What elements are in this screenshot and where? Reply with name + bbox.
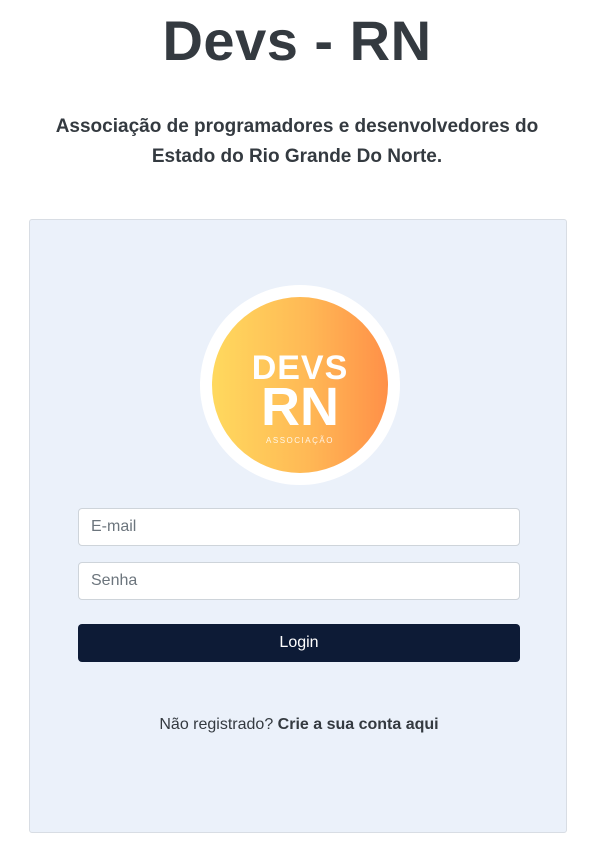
login-card: DEVS RN ASSOCIAÇÃO Login Não registrado?… bbox=[29, 219, 567, 833]
page-subtitle: Associação de programadores e desenvolve… bbox=[55, 116, 539, 167]
password-input[interactable] bbox=[78, 562, 520, 600]
logo-text-associacao: ASSOCIAÇÃO bbox=[266, 436, 334, 445]
login-button[interactable]: Login bbox=[78, 624, 520, 662]
logo-ring: DEVS RN ASSOCIAÇÃO bbox=[200, 285, 400, 485]
create-account-link[interactable]: Crie a sua conta aqui bbox=[278, 716, 439, 733]
logo-text-rn: RN bbox=[261, 377, 339, 437]
logo-graphic: DEVS RN ASSOCIAÇÃO bbox=[252, 349, 348, 445]
register-prompt: Não registrado? Crie a sua conta aqui bbox=[30, 716, 568, 734]
page-title: Devs - RN bbox=[162, 9, 432, 72]
email-input[interactable] bbox=[78, 508, 520, 546]
devs-rn-logo: DEVS RN ASSOCIAÇÃO bbox=[212, 297, 388, 473]
register-prompt-text: Não registrado? bbox=[159, 716, 274, 733]
